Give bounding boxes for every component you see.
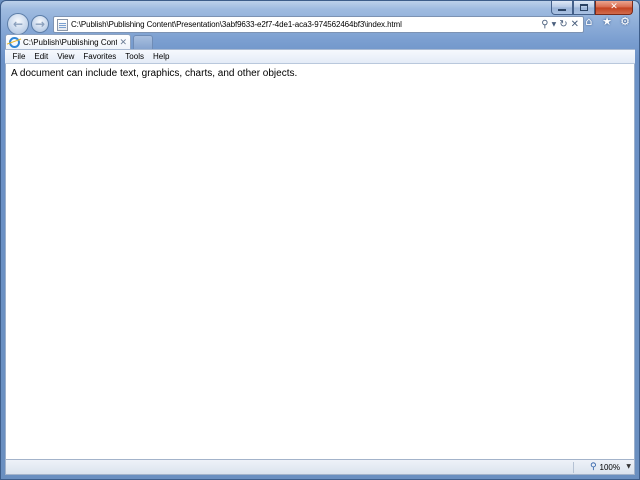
menu-view[interactable]: View	[53, 50, 79, 63]
zoom-level: 100%	[599, 462, 620, 472]
tab-strip: C:\Publish\Publishing Cont... ✕	[5, 34, 635, 50]
address-dropdown-icon[interactable]: ▼	[552, 21, 557, 28]
menu-file[interactable]: File	[8, 50, 30, 63]
tab-title: C:\Publish\Publishing Cont...	[23, 38, 118, 47]
page-icon	[57, 18, 68, 31]
close-icon: ✕	[610, 2, 618, 12]
back-arrow-icon: ←	[12, 17, 24, 31]
status-bar: ⚲ 100% ▼	[5, 459, 635, 475]
command-icons: ⌂ ★ ⚙	[583, 15, 631, 29]
back-button[interactable]: ←	[7, 13, 29, 35]
page-content: A document can include text, graphics, c…	[5, 64, 635, 459]
menu-bar: File Edit View Favorites Tools Help	[5, 49, 635, 64]
menu-favorites[interactable]: Favorites	[79, 50, 121, 63]
address-bar[interactable]: C:\Publish\Publishing Content\Presentati…	[53, 16, 584, 33]
minimize-icon	[558, 9, 566, 11]
tab-active[interactable]: C:\Publish\Publishing Cont... ✕	[5, 34, 131, 50]
browser-window: ✕ ← → C:\Publish\Publishing Content\Pres…	[0, 0, 640, 480]
refresh-icon[interactable]: ↻	[559, 19, 567, 30]
tools-gear-icon[interactable]: ⚙	[619, 15, 631, 29]
zoom-icon: ⚲	[589, 462, 597, 472]
address-tools: ⚲ ▼ ↻ ✕	[541, 19, 583, 30]
navigation-bar: ← → C:\Publish\Publishing Content\Presen…	[5, 13, 635, 35]
menu-help[interactable]: Help	[148, 50, 173, 63]
menu-edit[interactable]: Edit	[30, 50, 53, 63]
forward-arrow-icon: →	[34, 17, 46, 31]
document-text: A document can include text, graphics, c…	[11, 68, 298, 79]
ie-logo-icon	[9, 37, 20, 48]
home-icon[interactable]: ⌂	[583, 15, 595, 29]
tab-close-icon[interactable]: ✕	[117, 38, 127, 48]
address-input[interactable]: C:\Publish\Publishing Content\Presentati…	[71, 20, 541, 29]
favorites-star-icon[interactable]: ★	[601, 15, 613, 29]
stop-icon[interactable]: ✕	[571, 19, 579, 30]
menu-tools[interactable]: Tools	[121, 50, 149, 63]
search-icon[interactable]: ⚲	[541, 19, 548, 30]
new-tab-button[interactable]	[133, 35, 153, 49]
forward-button[interactable]: →	[31, 15, 49, 33]
maximize-icon	[580, 4, 588, 11]
zoom-control[interactable]: ⚲ 100%	[590, 462, 620, 472]
status-divider	[573, 462, 574, 473]
zoom-dropdown-icon[interactable]: ▼	[626, 463, 631, 470]
